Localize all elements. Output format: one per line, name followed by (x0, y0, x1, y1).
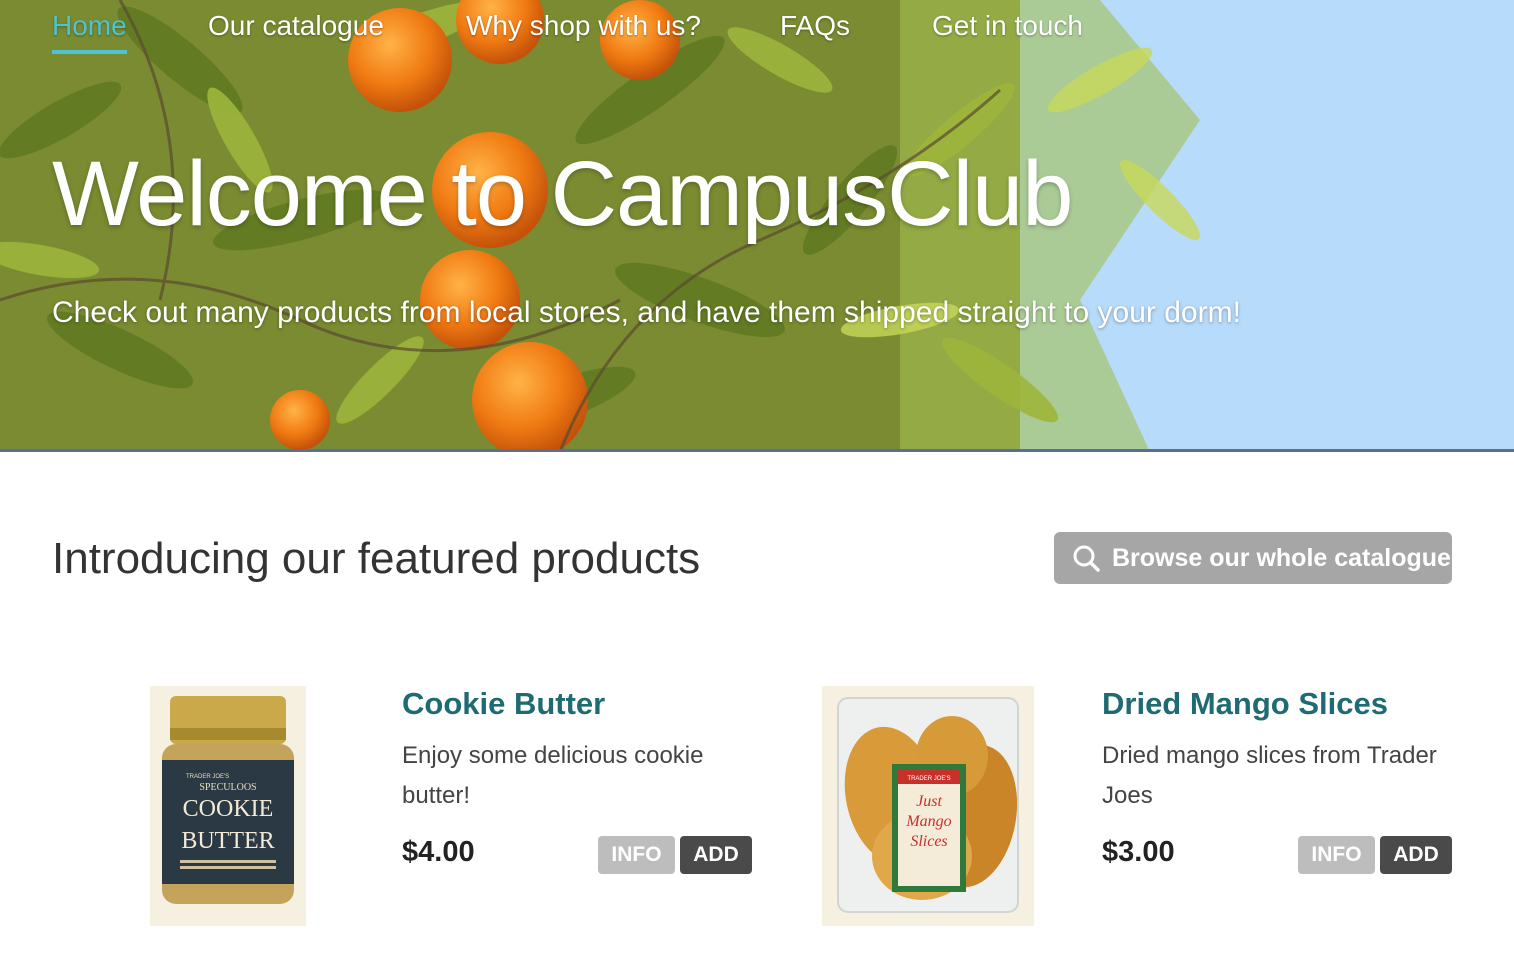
dried-mango-image[interactable]: TRADER JOE'S Just Mango Slices (822, 686, 1034, 926)
nav-home-link[interactable]: Home (52, 10, 127, 54)
nav-contact-link[interactable]: Get in touch (932, 10, 1083, 42)
hero-subtitle: Check out many products from local store… (52, 296, 1241, 329)
product-info-button[interactable]: INFO (1298, 836, 1375, 874)
cookie-butter-line1-text: COOKIE (183, 796, 274, 822)
browse-catalogue-label: Browse our whole catalogue (1112, 543, 1451, 572)
mango-line2-text: Mango (905, 813, 951, 830)
cookie-butter-brand-text: TRADER JOE'S (186, 774, 229, 780)
nav-faqs-link[interactable]: FAQs (780, 10, 850, 42)
nav-catalogue-link[interactable]: Our catalogue (208, 10, 384, 42)
hero-banner: Home Our catalogue Why shop with us? FAQ… (0, 0, 1514, 452)
product-description: Dried mango slices from Trader Joes (1102, 742, 1437, 809)
hero-title: Welcome to CampusClub (52, 143, 1073, 245)
product-add-button[interactable]: ADD (1380, 836, 1452, 874)
cookie-butter-image[interactable]: TRADER JOE'S SPECULOOS COOKIE BUTTER (150, 686, 306, 926)
mango-brand-text: TRADER JOE'S (907, 776, 950, 782)
product-price: $4.00 (402, 836, 475, 868)
product-name[interactable]: Cookie Butter (402, 686, 605, 722)
cookie-butter-line2-text: BUTTER (181, 828, 274, 854)
featured-heading: Introducing our featured products (52, 534, 701, 583)
mango-line3-text: Slices (910, 833, 947, 850)
browse-catalogue-button[interactable]: Browse our whole catalogue (1054, 532, 1452, 584)
product-name[interactable]: Dried Mango Slices (1102, 686, 1388, 722)
product-price: $3.00 (1102, 836, 1175, 868)
product-info-button[interactable]: INFO (598, 836, 675, 874)
nav-why-shop-link[interactable]: Why shop with us? (466, 10, 701, 42)
product-add-button[interactable]: ADD (680, 836, 752, 874)
mango-line1-text: Just (916, 793, 942, 810)
search-icon (1073, 545, 1100, 572)
product-description: Enjoy some delicious cookie butter! (402, 742, 704, 809)
cookie-butter-top-text: SPECULOOS (199, 782, 256, 793)
